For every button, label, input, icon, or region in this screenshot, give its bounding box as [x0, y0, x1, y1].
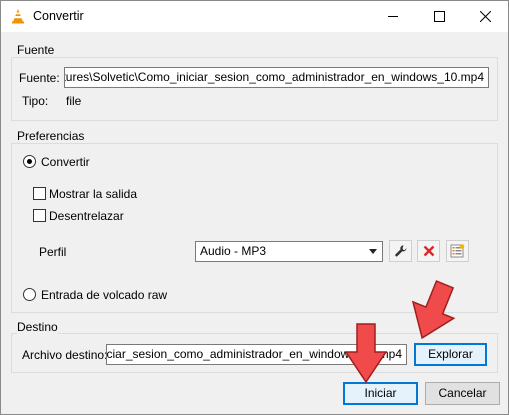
preferences-group-label: Preferencias [17, 129, 85, 143]
deinterlace-checkbox[interactable] [33, 209, 46, 222]
source-path-field[interactable]: solve\Pictures\Solvetic\Como_iniciar_ses… [64, 67, 489, 88]
type-value: file [66, 94, 82, 108]
raw-dump-label[interactable]: Entrada de volcado raw [41, 288, 167, 302]
new-profile-button[interactable] [446, 240, 469, 262]
delete-profile-button[interactable] [417, 240, 440, 262]
wrench-icon [394, 245, 406, 257]
minimize-button[interactable] [370, 1, 416, 32]
maximize-icon [433, 11, 445, 22]
annotation-arrow-icon [344, 323, 388, 384]
browse-button[interactable]: Explorar [414, 343, 487, 366]
window-title: Convertir [33, 9, 84, 23]
chevron-down-icon [369, 249, 377, 254]
source-label: Fuente: [19, 71, 60, 85]
convert-radio-label[interactable]: Convertir [41, 155, 90, 169]
delete-x-icon [423, 245, 434, 257]
profile-select-value: Audio - MP3 [200, 244, 267, 258]
close-button[interactable] [462, 1, 508, 32]
destination-label: Archivo destino: [22, 348, 108, 362]
source-path-value: solve\Pictures\Solvetic\Como_iniciar_ses… [65, 70, 484, 84]
edit-profile-button[interactable] [389, 240, 412, 262]
start-button[interactable]: Iniciar [343, 382, 418, 405]
close-icon [479, 11, 491, 22]
convert-radio[interactable] [23, 155, 36, 168]
annotation-arrow-icon [411, 280, 456, 340]
profile-select[interactable]: Audio - MP3 [195, 241, 383, 262]
minimize-icon [387, 16, 398, 17]
title-bar: Convertir [1, 1, 508, 32]
convert-dialog: Convertir Fuente Fuente: solve\Pictures\… [0, 0, 509, 415]
type-label: Tipo: [22, 94, 49, 108]
vlc-cone-icon [12, 9, 24, 24]
new-profile-icon [450, 244, 465, 258]
raw-dump-radio[interactable] [23, 288, 36, 301]
maximize-button[interactable] [416, 1, 462, 32]
destination-group-label: Destino [17, 320, 58, 334]
profile-label: Perfil [39, 245, 67, 259]
show-output-checkbox[interactable] [33, 187, 46, 200]
show-output-label[interactable]: Mostrar la salida [49, 187, 137, 201]
source-group-label: Fuente [17, 43, 55, 57]
deinterlace-label[interactable]: Desentrelazar [49, 209, 124, 223]
cancel-button[interactable]: Cancelar [425, 382, 500, 405]
